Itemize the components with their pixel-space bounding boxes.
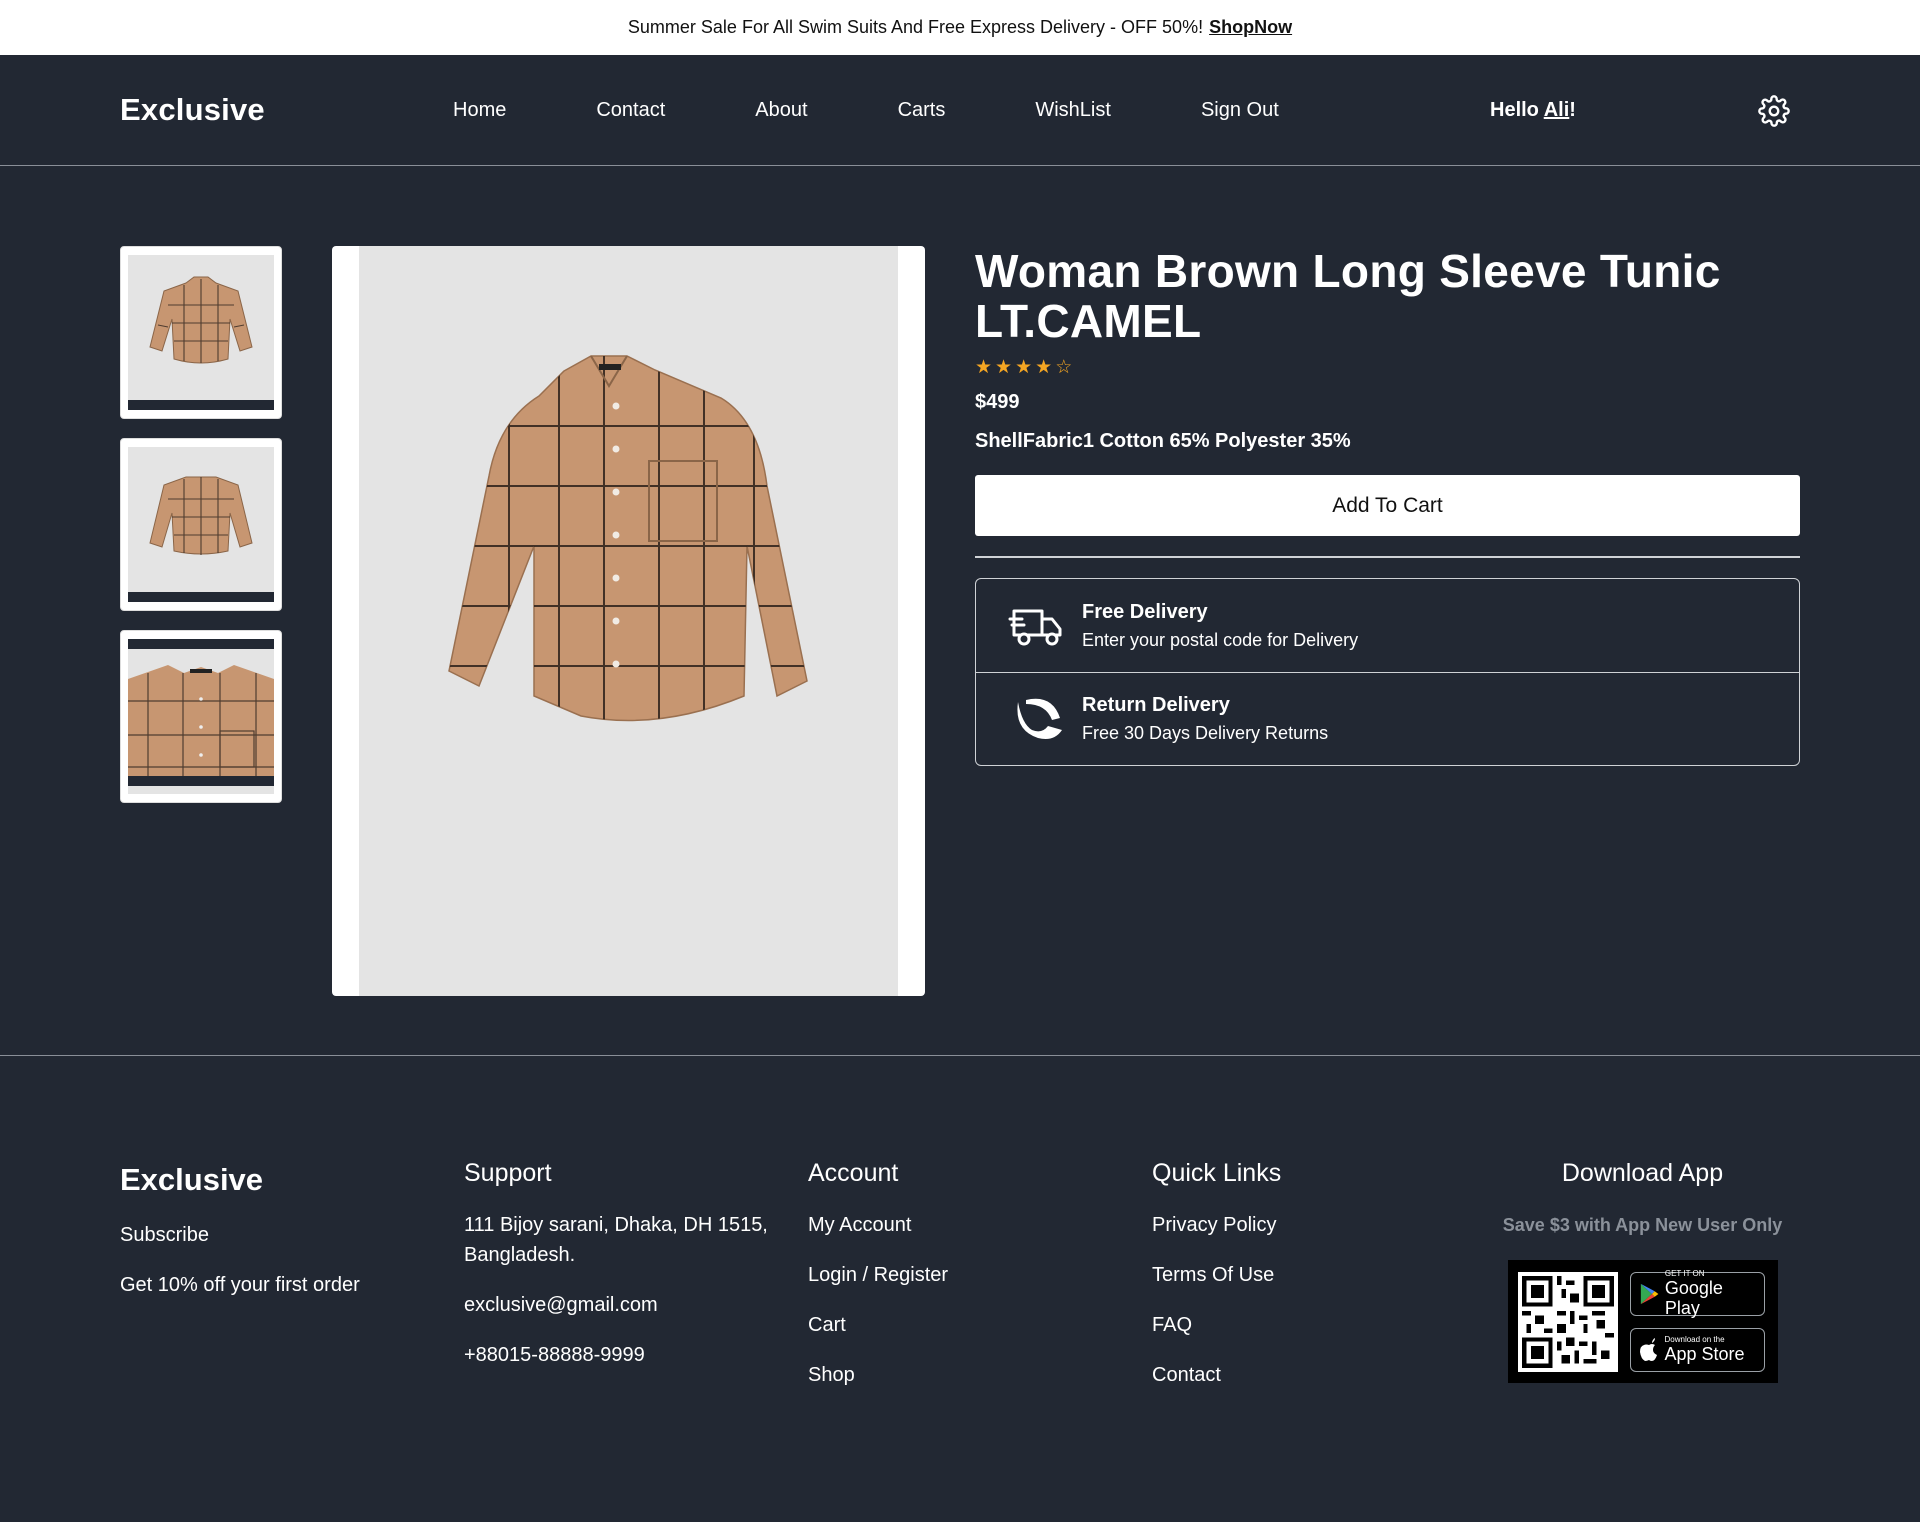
footer-link-cart[interactable]: Cart bbox=[808, 1310, 948, 1340]
free-delivery-row: Free Delivery Enter your postal code for… bbox=[976, 579, 1799, 672]
footer-link-faq[interactable]: FAQ bbox=[1152, 1310, 1281, 1340]
thumbnail-strip bbox=[128, 592, 274, 602]
return-delivery-row: Return Delivery Free 30 Days Delivery Re… bbox=[976, 672, 1799, 765]
google-play-small-text: GET IT ON bbox=[1664, 1269, 1705, 1278]
nav-about[interactable]: About bbox=[755, 99, 807, 122]
free-delivery-subtitle[interactable]: Enter your postal code for Delivery bbox=[1082, 630, 1358, 651]
delivery-info-box: Free Delivery Enter your postal code for… bbox=[975, 578, 1800, 766]
footer-phone: +88015-88888-9999 bbox=[464, 1344, 645, 1366]
divider bbox=[975, 556, 1800, 558]
footer-logo[interactable]: Exclusive bbox=[120, 1162, 360, 1198]
product-price: $499 bbox=[975, 391, 1020, 413]
thumbnail-back[interactable] bbox=[120, 438, 282, 611]
footer-account-column: Account My Account Login / Register Cart… bbox=[808, 1159, 948, 1410]
star-icon: ★ bbox=[975, 357, 993, 378]
footer-app-offer: Save $3 with App New User Only bbox=[1502, 1215, 1783, 1235]
footer-quick-links-column: Quick Links Privacy Policy Terms Of Use … bbox=[1152, 1159, 1281, 1410]
google-play-button[interactable]: GET IT ON Google Play bbox=[1629, 1269, 1765, 1318]
shirt-detail-thumbnail bbox=[128, 639, 274, 786]
footer-support-column: Support 111 Bijoy sarani, Dhaka, DH 1515… bbox=[464, 1159, 784, 1390]
footer-brand-column: Exclusive Subscribe Get 10% off your fir… bbox=[120, 1159, 360, 1320]
shop-now-link[interactable]: ShopNow bbox=[1209, 17, 1292, 38]
google-play-label: GET IT ON Google Play bbox=[1665, 1269, 1756, 1318]
store-buttons: GET IT ON Google Play Download on the Ap… bbox=[1629, 1269, 1765, 1372]
product-fabric: ShellFabric1 Cotton 65% Polyester 35% bbox=[975, 430, 1351, 452]
return-delivery-text: Return Delivery Free 30 Days Delivery Re… bbox=[1082, 694, 1328, 744]
footer-offer: Get 10% off your first order bbox=[120, 1274, 360, 1296]
add-to-cart-button[interactable]: Add To Cart bbox=[975, 475, 1800, 536]
footer-subscribe: Subscribe bbox=[120, 1224, 209, 1246]
main-nav: Home Contact About Carts WishList Sign O… bbox=[453, 55, 1279, 166]
footer-link-privacy[interactable]: Privacy Policy bbox=[1152, 1210, 1281, 1240]
return-delivery-title: Return Delivery bbox=[1082, 694, 1230, 716]
rating-stars: ★ ★ ★ ★ ☆ bbox=[975, 358, 1800, 377]
footer-link-shop[interactable]: Shop bbox=[808, 1360, 948, 1390]
nav-wishlist[interactable]: WishList bbox=[1035, 99, 1111, 122]
footer-download-title: Download App bbox=[1561, 1159, 1724, 1187]
shirt-back-thumbnail bbox=[149, 476, 253, 555]
star-icon: ★ bbox=[1035, 357, 1053, 378]
nav-contact[interactable]: Contact bbox=[596, 99, 665, 122]
return-icon bbox=[1017, 698, 1062, 739]
shirt-front-thumbnail bbox=[149, 276, 253, 364]
app-store-small-text: Download on the bbox=[1664, 1335, 1725, 1344]
app-store-label: Download on the App Store bbox=[1665, 1335, 1745, 1364]
product-section: Woman Brown Long Sleeve Tunic LT.CAMEL ★… bbox=[0, 166, 1920, 1056]
truck-icon bbox=[1008, 609, 1062, 645]
greeting-prefix: Hello bbox=[1490, 98, 1544, 121]
footer-link-contact[interactable]: Contact bbox=[1152, 1360, 1281, 1390]
app-store-button[interactable]: Download on the App Store bbox=[1629, 1327, 1765, 1372]
qr-code-icon[interactable] bbox=[1517, 1271, 1618, 1372]
thumbnail-image bbox=[128, 447, 274, 602]
footer-link-login[interactable]: Login / Register bbox=[808, 1260, 948, 1290]
star-half-icon: ☆ bbox=[1055, 357, 1073, 378]
footer-address: 111 Bijoy sarani, Dhaka, DH 1515, Bangla… bbox=[464, 1214, 768, 1266]
product-photo bbox=[359, 246, 898, 996]
nav-carts[interactable]: Carts bbox=[898, 99, 946, 122]
nav-home[interactable]: Home bbox=[453, 99, 506, 122]
greeting-suffix: ! bbox=[1569, 98, 1576, 121]
top-banner: Summer Sale For All Swim Suits And Free … bbox=[0, 0, 1920, 55]
thumbnail-strip bbox=[128, 400, 274, 410]
footer-quick-links-title: Quick Links bbox=[1152, 1159, 1282, 1187]
gear-icon[interactable] bbox=[1758, 95, 1790, 127]
footer-download-column: Download App Save $3 with App New User O… bbox=[1495, 1159, 1790, 1383]
footer-link-terms[interactable]: Terms Of Use bbox=[1152, 1260, 1281, 1290]
header: Exclusive Home Contact About Carts WishL… bbox=[0, 55, 1920, 166]
nav-sign-out[interactable]: Sign Out bbox=[1201, 99, 1279, 122]
footer-account-title: Account bbox=[808, 1159, 899, 1187]
return-delivery-subtitle: Free 30 Days Delivery Returns bbox=[1082, 723, 1329, 743]
app-download-box: GET IT ON Google Play Download on the Ap… bbox=[1507, 1260, 1778, 1383]
google-play-big-text: Google Play bbox=[1664, 1278, 1723, 1318]
logo[interactable]: Exclusive bbox=[120, 92, 420, 128]
footer-email: exclusive@gmail.com bbox=[464, 1294, 658, 1316]
google-play-icon bbox=[1640, 1283, 1658, 1304]
footer-link-my-account[interactable]: My Account bbox=[808, 1210, 948, 1240]
star-icon: ★ bbox=[1015, 357, 1033, 378]
footer: Exclusive Subscribe Get 10% off your fir… bbox=[0, 1056, 1920, 1521]
banner-text: Summer Sale For All Swim Suits And Free … bbox=[627, 17, 1204, 37]
product-info: Woman Brown Long Sleeve Tunic LT.CAMEL ★… bbox=[975, 246, 1800, 766]
thumbnail-front[interactable] bbox=[120, 246, 282, 419]
thumbnail-image bbox=[128, 255, 274, 410]
footer-support-title: Support bbox=[464, 1159, 552, 1187]
free-delivery-text: Free Delivery Enter your postal code for… bbox=[1082, 601, 1358, 651]
main-product-image bbox=[332, 246, 925, 996]
shirt-illustration bbox=[448, 355, 808, 722]
greeting-user-link[interactable]: Ali bbox=[1544, 99, 1570, 121]
thumbnail-image bbox=[128, 639, 274, 794]
apple-icon bbox=[1639, 1337, 1657, 1361]
free-delivery-title: Free Delivery bbox=[1082, 600, 1208, 623]
app-store-big-text: App Store bbox=[1664, 1344, 1745, 1364]
user-greeting: Hello Ali! bbox=[1490, 99, 1576, 122]
star-icon: ★ bbox=[995, 357, 1013, 378]
product-title: Woman Brown Long Sleeve Tunic LT.CAMEL bbox=[975, 245, 1721, 347]
thumbnail-detail[interactable] bbox=[120, 630, 282, 803]
